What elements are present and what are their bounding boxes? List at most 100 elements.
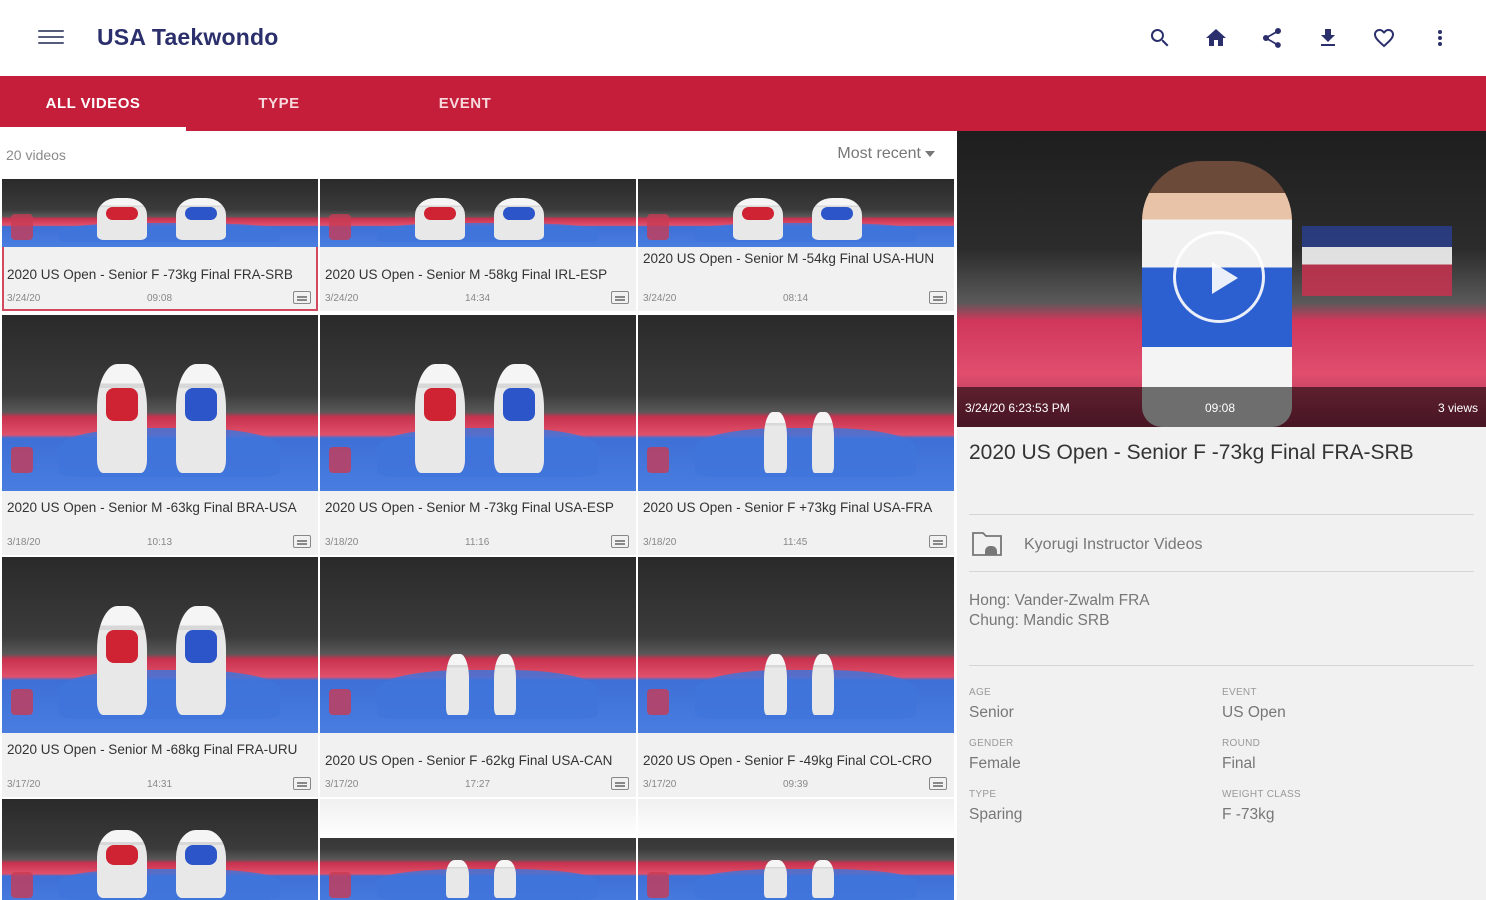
sort-dropdown[interactable]: Most recent	[837, 145, 935, 163]
thumbnail-fighter	[493, 859, 516, 898]
attr-label-type: TYPE	[969, 789, 997, 800]
favorite-button[interactable]	[1356, 20, 1412, 56]
video-thumbnail[interactable]	[320, 557, 636, 733]
video-thumbnail[interactable]	[2, 179, 318, 247]
tab-type[interactable]: TYPE	[186, 76, 372, 131]
video-card-title: 2020 US Open - Senior F -62kg Final USA-…	[325, 753, 613, 768]
event-logo	[647, 689, 670, 716]
video-card-title: 2020 US Open - Senior M -58kg Final IRL-…	[325, 267, 608, 282]
download-button[interactable]	[1300, 20, 1356, 56]
sort-label: Most recent	[837, 145, 921, 162]
video-card[interactable]: 2020 US Open - Senior F -49kg Final COL-…	[638, 557, 954, 797]
video-duration: 14:34	[465, 293, 491, 304]
app-bar: USA Taekwondo	[0, 0, 1486, 76]
thumbnail-mat	[694, 869, 917, 900]
video-player[interactable]: 3/24/20 6:23:53 PM 09:08 3 views	[957, 131, 1486, 427]
video-thumbnail[interactable]	[2, 315, 318, 491]
description-line: Hong: Vander-Zwalm FRA	[969, 592, 1150, 609]
video-card[interactable]: 2020 US Open - Senior M -54kg Final USA-…	[638, 179, 954, 311]
fighter-vest	[423, 207, 457, 220]
video-card[interactable]	[2, 799, 318, 900]
closed-caption-icon	[611, 535, 629, 548]
thumbnail-fighter	[811, 198, 863, 241]
video-card-meta: 3/24/20 08:14	[643, 291, 949, 307]
video-card-meta: 3/17/20 14:31	[7, 777, 313, 793]
video-card-meta: 3/18/20 10:13	[7, 535, 313, 551]
category-link[interactable]: Kyorugi Instructor Videos	[1024, 536, 1202, 554]
video-thumbnail[interactable]	[638, 315, 954, 491]
thumbnail-fighter	[493, 653, 516, 716]
video-card[interactable]: 2020 US Open - Senior F -62kg Final USA-…	[320, 557, 636, 797]
video-card[interactable]: 2020 US Open - Senior M -68kg Final FRA-…	[2, 557, 318, 797]
attr-value-weight-class: F -73kg	[1222, 806, 1275, 823]
attr-label-round: ROUND	[1222, 738, 1261, 749]
video-description: Hong: Vander-Zwalm FRA Chung: Mandic SRB	[969, 591, 1150, 631]
video-thumbnail[interactable]	[2, 557, 318, 733]
attr-value-event: US Open	[1222, 704, 1286, 721]
thumbnail-fighter	[764, 411, 787, 474]
event-logo	[11, 689, 34, 716]
home-icon	[1206, 29, 1226, 46]
tab-all-videos[interactable]: ALL VIDEOS	[0, 76, 186, 131]
video-thumbnail[interactable]	[320, 799, 636, 900]
thumbnail-fighter	[811, 653, 834, 716]
thumbnail-fighter	[96, 364, 148, 474]
thumbnail-fighter	[732, 198, 784, 241]
closed-caption-icon	[611, 291, 629, 304]
share-icon	[1262, 28, 1281, 48]
fighter-vest	[820, 207, 854, 220]
video-card[interactable]: 2020 US Open - Senior M -63kg Final BRA-…	[2, 315, 318, 555]
video-thumbnail[interactable]	[638, 557, 954, 733]
video-card[interactable]	[320, 799, 636, 900]
thumbnail-mat	[58, 869, 281, 900]
thumbnail-fighter	[414, 198, 466, 241]
view-count: 3 views	[1437, 401, 1478, 415]
attr-value-round: Final	[1222, 755, 1256, 772]
video-duration: 17:27	[465, 779, 491, 790]
share-button[interactable]	[1244, 20, 1300, 56]
attr-label-gender: GENDER	[969, 738, 1014, 749]
tab-event[interactable]: EVENT	[372, 76, 558, 131]
search-icon	[1150, 29, 1169, 47]
thumbnail-fighter	[175, 829, 227, 898]
video-card-meta: 3/18/20 11:45	[643, 535, 949, 551]
video-thumbnail[interactable]	[320, 179, 636, 247]
event-logo	[647, 447, 670, 474]
thumbnail-fighter	[764, 859, 787, 898]
video-card-title: 2020 US Open - Senior M -54kg Final USA-…	[643, 251, 935, 266]
fighter-vest	[502, 388, 536, 422]
video-duration: 11:45	[783, 537, 808, 548]
attr-value-type: Sparing	[969, 806, 1023, 823]
more-options-button[interactable]	[1412, 20, 1468, 56]
video-card[interactable]: 2020 US Open - Senior F -73kg Final FRA-…	[2, 179, 318, 311]
fighter-vest	[105, 844, 139, 866]
closed-caption-icon	[611, 777, 629, 790]
video-thumbnail[interactable]	[638, 799, 954, 900]
folder-icon	[972, 532, 1002, 556]
app-title: USA Taekwondo	[97, 24, 279, 50]
event-logo	[329, 214, 352, 241]
thumbnail-mat	[694, 427, 917, 477]
event-logo	[329, 689, 352, 716]
video-card[interactable]: 2020 US Open - Senior F +73kg Final USA-…	[638, 315, 954, 555]
fighter-vest	[741, 207, 775, 220]
video-card[interactable]	[638, 799, 954, 900]
menu-icon[interactable]	[38, 26, 64, 50]
event-logo	[647, 872, 670, 898]
video-thumbnail[interactable]	[2, 799, 318, 900]
play-icon[interactable]	[1173, 231, 1265, 323]
search-button[interactable]	[1132, 20, 1188, 56]
video-thumbnail[interactable]	[320, 315, 636, 491]
video-date: 3/17/20	[643, 779, 677, 790]
video-thumbnail[interactable]	[638, 179, 954, 247]
video-card-title: 2020 US Open - Senior F -49kg Final COL-…	[643, 753, 932, 768]
video-date: 3/24/20	[643, 293, 677, 304]
video-card[interactable]: 2020 US Open - Senior M -73kg Final USA-…	[320, 315, 636, 555]
thumbnail-fighter	[811, 859, 834, 898]
player-info-bar: 3/24/20 6:23:53 PM 09:08 3 views	[957, 387, 1486, 427]
closed-caption-icon	[929, 535, 947, 548]
video-duration: 09:39	[783, 779, 809, 790]
event-banner	[1302, 226, 1452, 296]
home-button[interactable]	[1188, 20, 1244, 56]
video-card[interactable]: 2020 US Open - Senior M -58kg Final IRL-…	[320, 179, 636, 311]
